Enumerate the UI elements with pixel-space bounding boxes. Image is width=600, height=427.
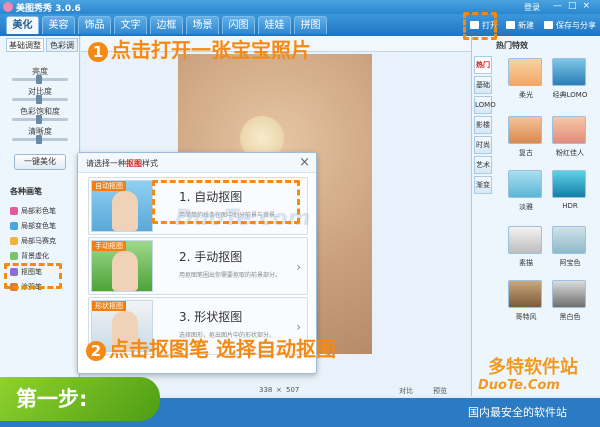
effect-label: 阿宝色 [559, 259, 581, 267]
save-share-button[interactable]: 保存与分享 [544, 18, 596, 33]
effect-label: 哥特风 [515, 313, 537, 321]
compare-button[interactable]: 对比 [399, 386, 413, 396]
effect-label: 柔光 [519, 91, 533, 99]
effect-label: HDR [562, 202, 578, 210]
subtab-color[interactable]: 色彩调 [46, 38, 78, 52]
effect-label: 素描 [519, 259, 533, 267]
tab-flash[interactable]: 闪图 [222, 16, 255, 34]
step1-annotation: 1 点击打开一张宝宝照片 [88, 38, 311, 62]
effect-thumb[interactable] [552, 226, 586, 254]
effect-thumb[interactable] [508, 58, 542, 86]
highlight-auto-cutout [152, 180, 300, 224]
effect-thumb[interactable] [508, 116, 542, 144]
left-panel: 基础调整 色彩调 亮度 对比度 色彩饱和度 清晰度 一键美化 各种画笔 局部彩色… [0, 36, 80, 396]
effect-tab-fashion[interactable]: 时尚 [474, 136, 492, 154]
image-width: 338 [259, 386, 273, 394]
effect-tab-gradient[interactable]: 渐变 [474, 176, 492, 194]
maximize-button[interactable]: □ [568, 1, 583, 11]
tagline-watermark: 国内最安全的软件站 [468, 406, 567, 419]
tool-blur-background[interactable]: 背景虚化 [10, 251, 49, 261]
chevron-right-icon: › [296, 260, 301, 274]
effects-panel: 热门特效 热门 基础 LOMO 影楼 时尚 艺术 渐变 柔光 经典LOMO 复古… [471, 36, 600, 396]
slider-knob[interactable] [36, 75, 42, 84]
contrast-slider[interactable] [12, 95, 68, 104]
tool-recolor-brush[interactable]: 局部变色笔 [10, 221, 56, 231]
option-manual-cutout[interactable]: 手动抠图 2. 手动抠图 用抠图笔圈出你需要抠取的前景部分。 › [88, 237, 308, 295]
app-logo-icon [3, 2, 13, 12]
dialog-title: 请选择一种抠图样式 [86, 159, 158, 168]
image-height: 507 [286, 386, 300, 394]
size-separator: × [276, 386, 282, 394]
new-button[interactable]: 新建 [506, 18, 534, 33]
effect-tab-studio[interactable]: 影楼 [474, 116, 492, 134]
effect-thumb[interactable] [508, 170, 542, 198]
login-link[interactable]: 登录 [524, 2, 540, 13]
blur-icon [10, 252, 18, 260]
brightness-slider[interactable] [12, 75, 68, 84]
effect-label: 复古 [519, 149, 533, 157]
brand-watermark: 多特软件站 [488, 357, 578, 378]
minimize-button[interactable]: — [553, 1, 568, 11]
effect-thumb[interactable] [552, 170, 586, 198]
step2-annotation: 2 点击抠图笔 选择自动抠图 [86, 337, 336, 361]
slider-knob[interactable] [36, 135, 42, 144]
save-icon [544, 21, 553, 29]
tab-scenes[interactable]: 场景 [186, 16, 219, 34]
effect-thumb[interactable] [508, 226, 542, 254]
tool-color-brush[interactable]: 局部彩色笔 [10, 206, 56, 216]
plus-icon [506, 21, 515, 29]
sharpness-slider[interactable] [12, 135, 68, 144]
app-title: 美图秀秀 3.0.6 [16, 4, 81, 14]
close-window-button[interactable]: × [582, 1, 596, 11]
preview-button[interactable]: 预览 [433, 386, 447, 396]
tab-accessories[interactable]: 饰品 [78, 16, 111, 34]
effects-header: 热门特效 [496, 41, 528, 50]
effect-tab-hot[interactable]: 热门 [474, 56, 492, 74]
effect-tab-basic[interactable]: 基础 [474, 76, 492, 94]
option-thumbnail: 手动抠图 [91, 240, 153, 292]
effect-label: 粉红佳人 [556, 149, 584, 157]
brush-category-label: 各种画笔 [10, 187, 42, 196]
tab-dolls[interactable]: 娃娃 [258, 16, 291, 34]
slider-knob[interactable] [36, 115, 42, 124]
tab-beautify[interactable]: 美化 [6, 16, 39, 34]
option-thumbnail: 自动抠图 [91, 180, 153, 232]
tab-face[interactable]: 美容 [42, 16, 75, 34]
mosaic-icon [10, 237, 18, 245]
title-bar: 美图秀秀 3.0.6 登录 —□× [0, 0, 600, 14]
step-banner: 第一步: [0, 377, 160, 421]
effect-thumb[interactable] [552, 58, 586, 86]
slider-knob[interactable] [36, 95, 42, 104]
one-key-beautify-button[interactable]: 一键美化 [14, 154, 66, 170]
site-watermark: DuoTe.Com [478, 378, 560, 393]
recolor-brush-icon [10, 222, 18, 230]
tool-mosaic[interactable]: 局部马赛克 [10, 236, 56, 246]
effect-thumb[interactable] [552, 280, 586, 308]
effect-label: 经典LOMO [552, 91, 588, 99]
highlight-cutout-brush [4, 263, 62, 289]
tab-collage[interactable]: 拼图 [294, 16, 327, 34]
dialog-header: 请选择一种抠图样式 × [78, 153, 316, 173]
highlight-open-button [463, 12, 497, 40]
effect-thumb[interactable] [508, 280, 542, 308]
effect-tab-art[interactable]: 艺术 [474, 156, 492, 174]
effect-label: 黑白色 [559, 313, 581, 321]
saturation-slider[interactable] [12, 115, 68, 124]
tab-text[interactable]: 文字 [114, 16, 147, 34]
dialog-close-button[interactable]: × [299, 155, 310, 170]
effect-label: 淡雅 [519, 203, 533, 211]
chevron-right-icon: › [296, 320, 301, 334]
color-brush-icon [10, 207, 18, 215]
effect-tab-lomo[interactable]: LOMO [474, 96, 496, 114]
window-controls: —□× [553, 1, 596, 11]
app-window: 美图秀秀 3.0.6 登录 —□× 美化 美容 饰品 文字 边框 场景 闪图 娃… [0, 0, 600, 427]
subtab-basic[interactable]: 基础调整 [6, 38, 44, 52]
effect-thumb[interactable] [552, 116, 586, 144]
tab-frames[interactable]: 边框 [150, 16, 183, 34]
